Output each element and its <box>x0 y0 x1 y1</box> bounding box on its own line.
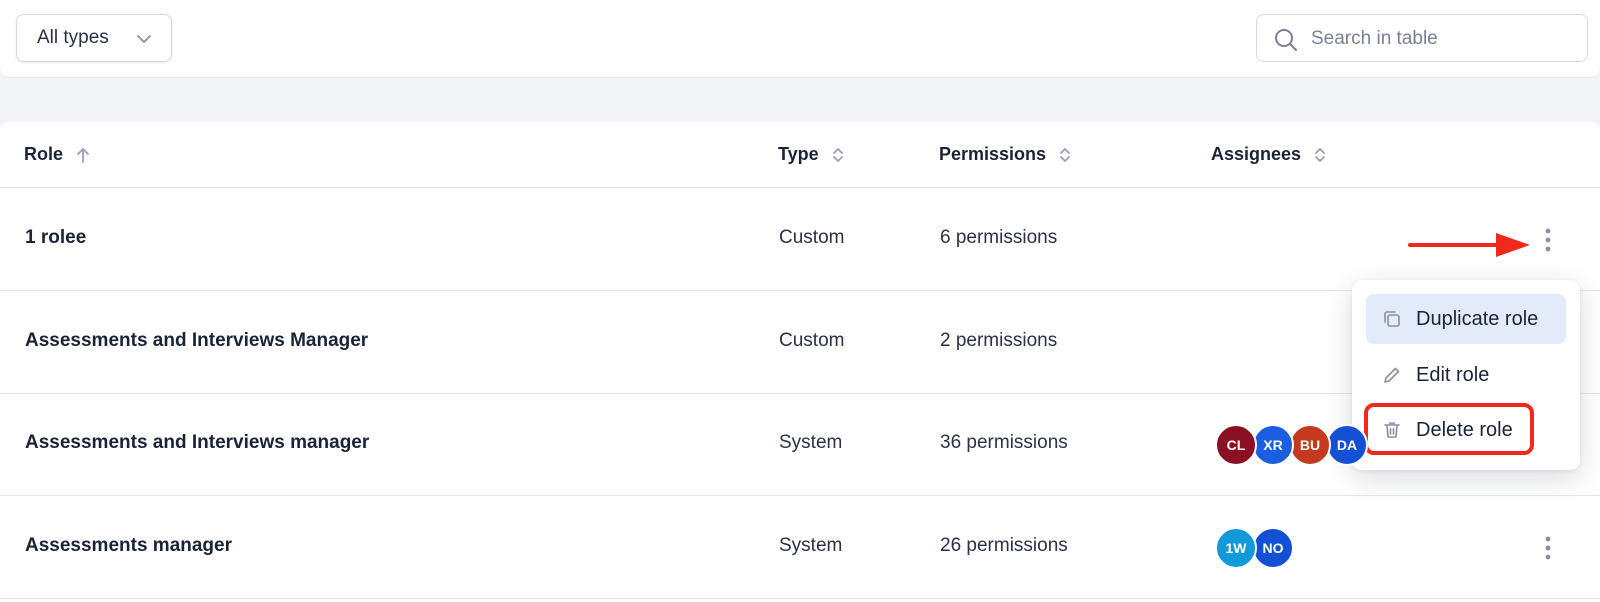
role-permissions: 26 permissions <box>940 535 1068 556</box>
table-row[interactable]: Assessments manager System 26 permission… <box>0 497 1600 599</box>
role-type: System <box>779 432 843 453</box>
column-header-type[interactable]: Type <box>778 144 845 165</box>
table-search <box>1256 14 1588 62</box>
row-actions-menu: Duplicate role Edit role Delete role <box>1352 280 1580 470</box>
column-label: Role <box>24 144 64 164</box>
sort-icon <box>1060 147 1070 162</box>
column-header-role[interactable]: Role <box>24 144 91 165</box>
trash-icon <box>1384 422 1400 438</box>
menu-item-label: Edit role <box>1416 363 1490 386</box>
role-permissions: 6 permissions <box>940 227 1058 248</box>
role-name: Assessments and Interviews manager <box>25 432 370 453</box>
table-header: Role Type Permissions Assignees <box>0 122 1600 188</box>
table-row[interactable]: 1 rolee Custom 6 permissions <box>0 189 1600 291</box>
menu-item-label: Duplicate role <box>1416 307 1539 330</box>
search-icon <box>1275 29 1297 51</box>
role-name: Assessments and Interviews Manager <box>25 330 369 351</box>
chevron-down-icon <box>137 35 151 43</box>
pointer-arrow-icon <box>1408 233 1530 257</box>
avatar[interactable]: 1W <box>1215 527 1257 569</box>
pencil-icon <box>1384 367 1400 383</box>
type-filter-value: All types <box>37 27 109 48</box>
more-actions-icon[interactable] <box>1538 533 1558 563</box>
delete-role-menu-item[interactable]: Delete role <box>1366 405 1566 455</box>
avatar[interactable]: XR <box>1252 424 1294 466</box>
type-filter-select[interactable]: All types <box>16 14 172 62</box>
duplicate-role-menu-item[interactable]: Duplicate role <box>1366 294 1566 344</box>
role-permissions: 2 permissions <box>940 330 1058 351</box>
role-type: System <box>779 535 843 556</box>
copy-icon <box>1384 311 1400 327</box>
avatar[interactable]: BU <box>1289 424 1331 466</box>
avatar[interactable]: NO <box>1252 527 1294 569</box>
column-label: Permissions <box>939 144 1047 164</box>
table-toolbar: All types <box>0 0 1600 78</box>
role-name: Assessments manager <box>25 535 232 556</box>
column-header-permissions[interactable]: Permissions <box>939 144 1072 165</box>
avatar[interactable]: CL <box>1215 424 1257 466</box>
avatar[interactable]: DA <box>1326 424 1368 466</box>
role-type: Custom <box>779 330 845 351</box>
column-label: Assignees <box>1211 144 1302 164</box>
more-actions-icon[interactable] <box>1538 225 1558 255</box>
menu-item-label: Delete role <box>1416 418 1513 441</box>
column-header-assignees[interactable]: Assignees <box>1211 144 1327 165</box>
search-input[interactable] <box>1311 25 1571 53</box>
role-permissions: 36 permissions <box>940 432 1068 453</box>
sort-ascending-icon <box>77 147 89 163</box>
role-name: 1 rolee <box>25 227 87 248</box>
sort-icon <box>832 147 843 162</box>
edit-role-menu-item[interactable]: Edit role <box>1366 350 1566 400</box>
sort-icon <box>1315 147 1325 162</box>
column-label: Type <box>778 144 819 164</box>
role-type: Custom <box>779 227 845 248</box>
